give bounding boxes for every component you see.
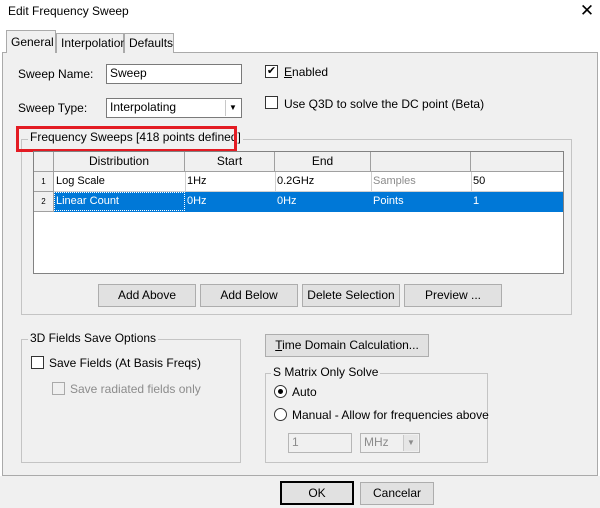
save-fields-checkbox[interactable] — [31, 356, 44, 369]
sweep-name-label: Sweep Name: — [18, 67, 94, 81]
cell-distribution[interactable]: Linear Count — [54, 192, 185, 211]
sweep-type-select[interactable]: Interpolating ▼ — [106, 98, 242, 118]
column-header-type[interactable] — [371, 152, 471, 172]
close-icon[interactable]: ✕ — [577, 1, 597, 21]
q3d-checkbox[interactable] — [265, 96, 278, 109]
q3d-label: Use Q3D to solve the DC point (Beta) — [284, 97, 485, 111]
cell-start[interactable]: 0Hz — [185, 192, 275, 211]
cell-distribution[interactable]: Log Scale — [54, 172, 185, 191]
cell-start[interactable]: 1Hz — [185, 172, 275, 191]
sweeps-table[interactable]: Distribution Start End 1 Log Scale 1Hz 0… — [33, 151, 564, 274]
cell-value[interactable]: 50 — [471, 172, 563, 191]
tab-general[interactable]: General — [6, 30, 56, 53]
column-header-value[interactable] — [471, 152, 563, 172]
column-divider — [185, 172, 186, 192]
enabled-checkbox[interactable]: ✔ — [265, 65, 278, 78]
save-radiated-label: Save radiated fields only — [70, 382, 201, 396]
preview-button[interactable]: Preview ... — [404, 284, 502, 307]
sweep-type-value: Interpolating — [110, 100, 177, 114]
add-below-button[interactable]: Add Below — [200, 284, 298, 307]
save-radiated-checkbox[interactable] — [52, 382, 65, 395]
sweep-name-input[interactable]: Sweep — [106, 64, 242, 84]
radio-dot — [278, 389, 283, 394]
add-above-button[interactable]: Add Above — [98, 284, 196, 307]
auto-radio[interactable] — [274, 385, 287, 398]
cancel-button[interactable]: Cancelar — [360, 482, 434, 505]
row-number[interactable]: 1 — [34, 172, 54, 192]
ok-button[interactable]: OK — [280, 481, 354, 505]
tab-interpolation[interactable]: Interpolation — [56, 33, 127, 53]
column-divider — [371, 172, 372, 192]
table-corner — [34, 152, 54, 172]
frequency-input[interactable]: 1 — [288, 433, 352, 453]
window-title: Edit Frequency Sweep — [8, 4, 129, 18]
cell-end[interactable]: 0.2GHz — [275, 172, 371, 191]
s-matrix-title: S Matrix Only Solve — [271, 365, 381, 379]
save-fields-label: Save Fields (At Basis Freqs) — [49, 356, 202, 370]
manual-label: Manual - Allow for frequencies above — [292, 408, 489, 422]
unit-select[interactable]: MHz ▼ — [360, 433, 420, 453]
manual-radio[interactable] — [274, 408, 287, 421]
chevron-down-icon: ▼ — [225, 100, 240, 116]
cell-type[interactable]: Points — [371, 192, 471, 211]
cell-end[interactable]: 0Hz — [275, 192, 371, 211]
chevron-down-icon: ▼ — [403, 435, 418, 451]
cell-type[interactable]: Samples — [371, 172, 471, 191]
delete-selection-button[interactable]: Delete Selection — [302, 284, 400, 307]
sweep-type-label: Sweep Type: — [18, 101, 88, 115]
column-header-start[interactable]: Start — [185, 152, 275, 172]
time-domain-button[interactable]: Time Domain Calculation... — [265, 334, 429, 357]
row-number[interactable]: 2 — [34, 192, 54, 212]
column-header-distribution[interactable]: Distribution — [54, 152, 185, 172]
highlight-box — [16, 126, 237, 152]
enabled-label: Enabled — [284, 65, 329, 79]
table-row[interactable]: Log Scale 1Hz 0.2GHz Samples 50 — [54, 172, 563, 192]
column-header-end[interactable]: End — [275, 152, 371, 172]
column-divider — [275, 172, 276, 192]
tab-defaults[interactable]: Defaults — [124, 33, 174, 53]
fields-save-title: 3D Fields Save Options — [28, 331, 159, 345]
unit-value: MHz — [364, 435, 389, 449]
cell-value[interactable]: 1 — [471, 192, 563, 211]
auto-label: Auto — [292, 385, 317, 399]
table-row[interactable]: Linear Count 0Hz 0Hz Points 1 — [54, 192, 563, 212]
column-divider — [471, 172, 472, 192]
